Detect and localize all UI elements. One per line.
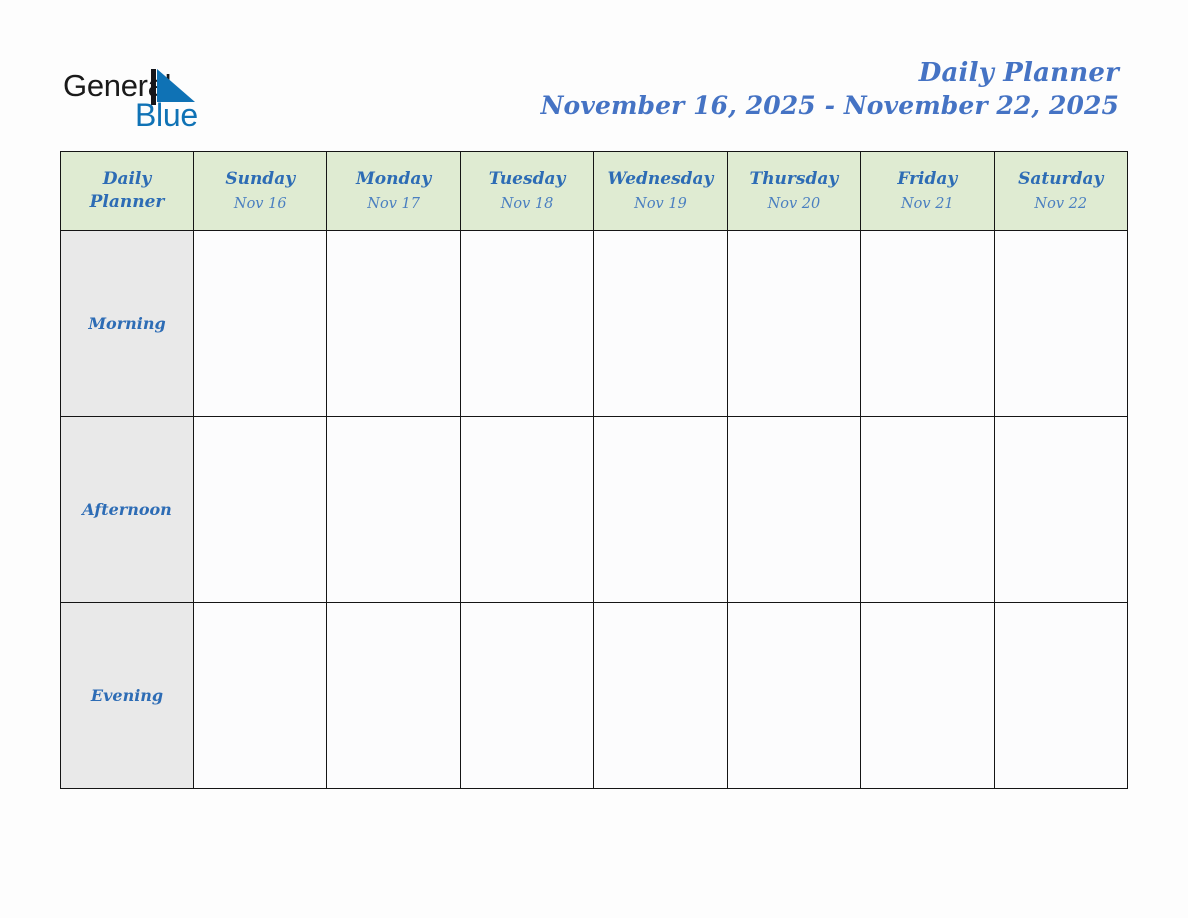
page-title: Daily Planner: [918, 58, 1119, 88]
slot-afternoon-wednesday[interactable]: [593, 416, 728, 603]
slot-morning-monday[interactable]: [326, 230, 461, 417]
slot-afternoon-friday[interactable]: [860, 416, 995, 603]
day-date: Nov 18: [500, 196, 554, 212]
day-header-wednesday: Wednesday Nov 19: [593, 151, 728, 231]
planner-row-evening: Evening: [60, 602, 1129, 789]
day-header-thursday: Thursday Nov 20: [726, 151, 862, 231]
day-header-tuesday: Tuesday Nov 18: [459, 151, 595, 231]
slot-evening-sunday[interactable]: [192, 602, 328, 789]
brand-name-blue: Blue: [135, 97, 198, 133]
slot-evening-saturday[interactable]: [993, 602, 1129, 789]
slot-morning-friday[interactable]: [860, 230, 995, 417]
planner-corner-header: Daily Planner: [60, 151, 194, 231]
slot-afternoon-thursday[interactable]: [726, 416, 862, 603]
slot-morning-wednesday[interactable]: [593, 230, 728, 417]
slot-evening-tuesday[interactable]: [459, 602, 595, 789]
period-label-morning: Morning: [60, 230, 194, 417]
slot-afternoon-monday[interactable]: [326, 416, 461, 603]
period-label-afternoon: Afternoon: [60, 416, 194, 603]
day-date: Nov 17: [367, 196, 420, 212]
day-name: Saturday: [1018, 169, 1104, 189]
slot-morning-sunday[interactable]: [192, 230, 328, 417]
planner-table-head: Daily Planner Sunday Nov 16 Monday Nov 1…: [60, 151, 1129, 231]
date-range-subtitle: November 16, 2025 - November 22, 2025: [540, 91, 1119, 120]
slot-evening-monday[interactable]: [326, 602, 461, 789]
period-label-evening: Evening: [60, 602, 194, 789]
day-date: Nov 16: [233, 196, 287, 212]
period-label-text: Afternoon: [82, 499, 172, 519]
title-block: Daily Planner November 16, 2025 - Novemb…: [541, 57, 1119, 123]
day-date: Nov 20: [767, 196, 821, 212]
planner-page: General Blue Daily Planner November 16, …: [0, 0, 1188, 918]
brand-logo[interactable]: General Blue: [63, 68, 293, 138]
corner-header-line1: Daily: [102, 169, 152, 189]
corner-header-line2: Planner: [89, 192, 165, 212]
planner-row-afternoon: Afternoon: [60, 416, 1129, 603]
planner-header-row: Daily Planner Sunday Nov 16 Monday Nov 1…: [60, 151, 1129, 231]
slot-afternoon-sunday[interactable]: [192, 416, 328, 603]
slot-evening-friday[interactable]: [860, 602, 995, 789]
slot-evening-thursday[interactable]: [726, 602, 862, 789]
day-name: Monday: [355, 169, 432, 189]
planner-row-morning: Morning: [60, 230, 1129, 417]
day-header-monday: Monday Nov 17: [326, 151, 461, 231]
slot-afternoon-tuesday[interactable]: [459, 416, 595, 603]
day-name: Tuesday: [488, 169, 566, 189]
period-label-text: Evening: [90, 685, 164, 705]
slot-morning-saturday[interactable]: [993, 230, 1129, 417]
day-date: Nov 22: [1034, 196, 1088, 212]
day-header-sunday: Sunday Nov 16: [192, 151, 328, 231]
page-header: General Blue Daily Planner November 16, …: [0, 0, 1188, 145]
slot-morning-thursday[interactable]: [726, 230, 862, 417]
slot-afternoon-saturday[interactable]: [993, 416, 1129, 603]
day-header-friday: Friday Nov 21: [860, 151, 995, 231]
day-name: Sunday: [225, 169, 296, 189]
day-name: Wednesday: [607, 169, 714, 189]
weekly-planner-table: Daily Planner Sunday Nov 16 Monday Nov 1…: [60, 151, 1129, 789]
day-name: Thursday: [749, 169, 839, 189]
day-name: Friday: [897, 169, 958, 189]
slot-evening-wednesday[interactable]: [593, 602, 728, 789]
day-header-saturday: Saturday Nov 22: [993, 151, 1129, 231]
day-date: Nov 19: [634, 196, 687, 212]
day-date: Nov 21: [900, 196, 954, 212]
planner-table-body: Morning Afternoon Evening: [60, 230, 1129, 789]
slot-morning-tuesday[interactable]: [459, 230, 595, 417]
period-label-text: Morning: [88, 313, 166, 333]
